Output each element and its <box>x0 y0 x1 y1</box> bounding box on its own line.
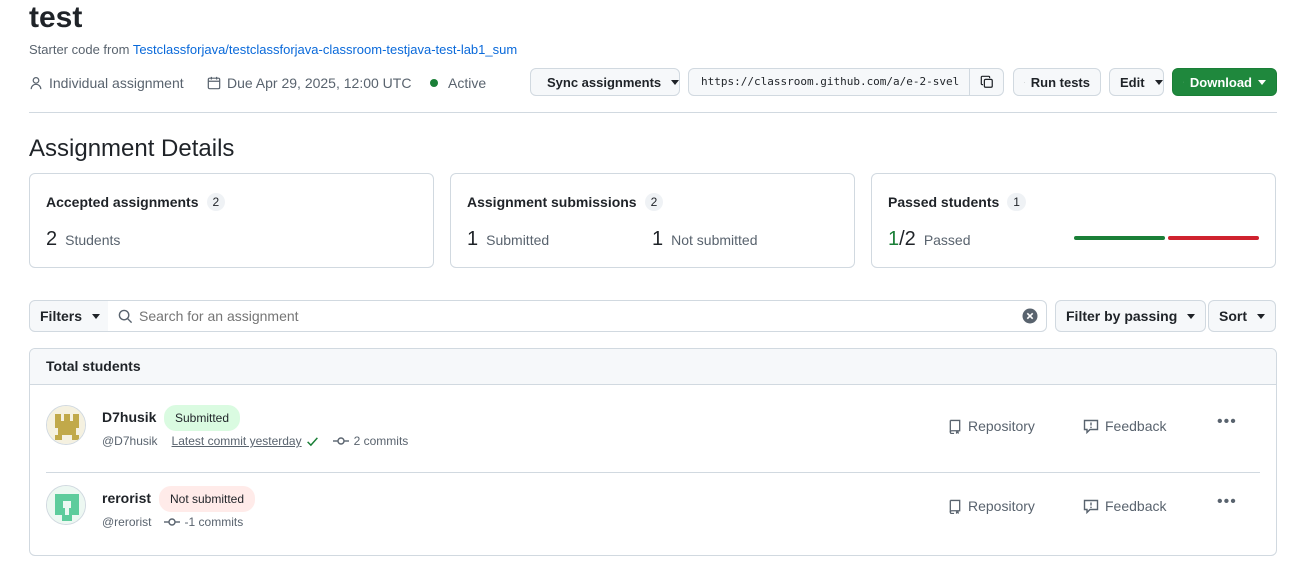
more-options-icon[interactable]: ••• <box>1217 413 1237 431</box>
person-icon <box>30 76 42 90</box>
feedback-icon <box>1083 419 1099 434</box>
commit-icon <box>163 518 180 526</box>
repository-link[interactable]: Repository <box>948 418 1035 434</box>
avatar[interactable] <box>46 485 86 525</box>
invite-url-field[interactable]: https://classroom.github.com/a/e-2-svel <box>688 68 1004 96</box>
table-row: D7husik Submitted @D7husik Latest commit… <box>46 385 1260 465</box>
chevron-down-icon <box>671 79 680 85</box>
status-badge: Not submitted <box>159 486 256 512</box>
failed-progress-bar <box>1168 236 1259 240</box>
sort-label: Sort <box>1219 308 1247 324</box>
copy-url-button[interactable] <box>969 69 1003 95</box>
edit-button[interactable]: Edit <box>1109 68 1164 96</box>
student-handle[interactable]: @D7husik <box>102 434 158 448</box>
student-meta: @D7husik Latest commit yesterday 2 commi… <box>102 434 408 448</box>
latest-commit-link[interactable]: Latest commit yesterday <box>172 434 302 448</box>
active-dot-icon <box>430 79 438 87</box>
passed-num: 1 <box>888 228 900 250</box>
student-name[interactable]: rerorist <box>102 490 151 506</box>
page-title: test <box>29 1 83 34</box>
student-list: Total students D7husik Submitted @D7husi… <box>29 348 1277 556</box>
passed-stat: 1/2 Passed <box>888 228 971 250</box>
commit-count: -1 commits <box>163 515 243 529</box>
search-icon <box>118 309 133 323</box>
run-tests-button[interactable]: Run tests <box>1013 68 1101 96</box>
avatar[interactable] <box>46 405 86 445</box>
feedback-icon <box>1083 499 1099 514</box>
repository-link[interactable]: Repository <box>948 498 1035 514</box>
check-icon <box>306 436 318 446</box>
passed-title: Passed students 1 <box>888 193 1026 211</box>
invite-url-text[interactable]: https://classroom.github.com/a/e-2-svel <box>689 69 969 95</box>
status-label: Active <box>448 75 487 91</box>
starter-repo-link[interactable]: Testclassforjava/testclassforjava-classr… <box>133 42 517 57</box>
identicon-icon <box>47 486 85 524</box>
clear-search-icon[interactable] <box>1022 308 1038 324</box>
chevron-down-icon <box>1187 313 1196 319</box>
sort-button[interactable]: Sort <box>1208 300 1276 332</box>
latest-commit[interactable]: Latest commit yesterday <box>172 434 319 448</box>
details-heading: Assignment Details <box>29 135 235 162</box>
filter-by-passing-button[interactable]: Filter by passing <box>1055 300 1207 332</box>
chevron-down-icon <box>1257 313 1265 319</box>
filters-label: Filters <box>40 308 83 324</box>
starter-code-line: Starter code from Testclassforjava/testc… <box>29 42 517 58</box>
filters-button[interactable]: Filters <box>29 300 109 332</box>
download-label: Download <box>1189 74 1252 90</box>
submissions-title: Assignment submissions 2 <box>467 193 664 211</box>
chevron-down-icon <box>92 313 101 319</box>
accepted-stat: 2 Students <box>46 228 121 250</box>
calendar-icon <box>207 76 221 90</box>
submissions-card: Assignment submissions 2 1 Submitted 1 N… <box>450 173 855 268</box>
feedback-link[interactable]: Feedback <box>1083 418 1166 434</box>
due-date-label: Due Apr 29, 2025, 12:00 UTC <box>227 75 412 91</box>
accepted-assignments-card: Accepted assignments 2 2 Students <box>29 173 434 268</box>
commit-count: 2 commits <box>332 434 408 448</box>
repo-icon <box>949 419 961 434</box>
commit-icon <box>332 437 349 445</box>
copy-icon <box>980 75 993 88</box>
chevron-down-icon <box>1154 79 1163 85</box>
student-handle[interactable]: @rerorist <box>102 515 152 529</box>
play-icon <box>1024 81 1025 83</box>
repo-icon <box>949 499 961 514</box>
assignment-type: Individual assignment <box>29 74 184 92</box>
header-divider <box>29 112 1277 113</box>
accepted-title: Accepted assignments 2 <box>46 193 226 211</box>
filter-by-passing-label: Filter by passing <box>1066 308 1178 324</box>
search-box <box>108 300 1047 332</box>
list-header: Total students <box>30 349 1276 385</box>
edit-label: Edit <box>1120 74 1145 90</box>
sync-label: Sync assignments <box>547 74 662 90</box>
accepted-count-badge: 2 <box>206 193 226 211</box>
submitted-stat: 1 Submitted <box>467 228 550 250</box>
search-input[interactable] <box>133 302 1022 330</box>
download-icon <box>1183 81 1184 83</box>
student-meta: @rerorist -1 commits <box>102 515 243 529</box>
passed-count-badge: 1 <box>1007 193 1026 211</box>
starter-prefix: Starter code from <box>29 42 130 57</box>
due-date: Due Apr 29, 2025, 12:00 UTC <box>207 74 411 92</box>
more-options-icon[interactable]: ••• <box>1217 493 1237 511</box>
run-tests-label: Run tests <box>1030 74 1090 90</box>
feedback-link[interactable]: Feedback <box>1083 498 1166 514</box>
assignment-type-label: Individual assignment <box>49 75 184 91</box>
table-row: rerorist Not submitted @rerorist -1 comm… <box>46 473 1260 553</box>
not-submitted-stat: 1 Not submitted <box>652 228 758 250</box>
submissions-count-badge: 2 <box>644 193 664 211</box>
student-name[interactable]: D7husik <box>102 409 156 425</box>
download-button[interactable]: Download <box>1172 68 1277 96</box>
passed-students-card: Passed students 1 1/2 Passed <box>871 173 1276 268</box>
identicon-icon <box>47 406 85 444</box>
sync-assignments-button[interactable]: Sync assignments <box>530 68 680 96</box>
status-badge: Submitted <box>164 405 241 431</box>
chevron-down-icon <box>1258 79 1266 85</box>
passed-total: /2 <box>899 228 916 250</box>
status-indicator: Active <box>430 74 486 92</box>
passed-progress-bar <box>1074 236 1165 240</box>
